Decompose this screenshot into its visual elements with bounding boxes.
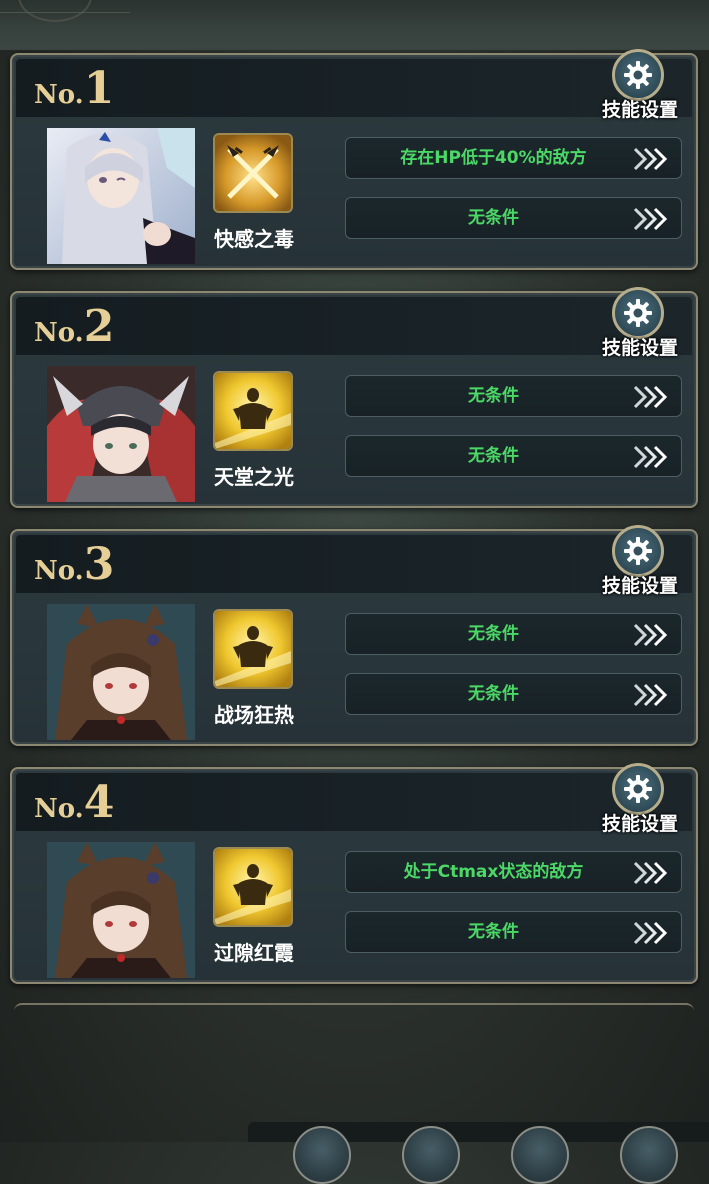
skill-settings-button[interactable]: 技能设置 [602,333,678,360]
condition-button-1[interactable]: 存在HP低于40%的敌方 [345,137,682,179]
gear-icon[interactable] [612,763,664,815]
skill-settings-button[interactable]: 技能设置 [602,809,678,836]
condition-button-2[interactable]: 无条件 [345,911,682,953]
triple-chevron-right-icon [633,921,668,945]
character-portrait [47,128,195,264]
condition-button-2[interactable]: 无条件 [345,197,682,239]
slot-header [16,773,692,831]
triple-chevron-right-icon [633,623,668,647]
condition-text: 无条件 [468,624,519,644]
character-portrait [47,604,195,740]
skill-name: 天堂之光 [214,465,294,489]
skill-slot-card-2: No.2 技能设置 天堂之光 无条件 无条件 [10,287,698,508]
triple-chevron-right-icon [633,385,668,409]
triple-chevron-right-icon [633,683,668,707]
triple-chevron-right-icon [633,861,668,885]
condition-text: 处于Ctmax状态的敌方 [403,862,584,882]
divider [0,12,130,13]
slot-number: No.2 [34,301,115,352]
condition-text: 无条件 [468,684,519,704]
condition-button-1[interactable]: 无条件 [345,375,682,417]
skill-settings-button[interactable]: 技能设置 [602,95,678,122]
condition-text: 存在HP低于40%的敌方 [400,148,587,168]
condition-text: 无条件 [468,208,519,228]
skill-slot-card-1: No.1 技能设置 快感之毒 存在HP低于40%的敌方 无条件 [10,49,698,270]
crossed-daggers-icon[interactable] [213,133,293,213]
skill-name: 过隙红霞 [214,941,294,965]
toolbar-button-4[interactable] [620,1126,678,1184]
skill-settings-button[interactable]: 技能设置 [602,571,678,598]
golden-knight-icon[interactable] [213,609,293,689]
triple-chevron-right-icon [633,147,668,171]
gear-icon[interactable] [612,287,664,339]
condition-button-1[interactable]: 处于Ctmax状态的敌方 [345,851,682,893]
slot-header [16,297,692,355]
skill-slot-card-3: No.3 技能设置 战场狂热 无条件 无条件 [10,525,698,746]
top-strip [0,0,709,50]
gear-icon[interactable] [612,49,664,101]
toolbar-button-1[interactable] [293,1126,351,1184]
skill-slot-card-5-partial [14,1003,694,1025]
golden-knight-icon[interactable] [213,847,293,927]
condition-text: 无条件 [468,922,519,942]
toolbar-button-3[interactable] [511,1126,569,1184]
triple-chevron-right-icon [633,207,668,231]
character-portrait [47,366,195,502]
slot-number: No.4 [34,777,115,828]
slot-header [16,59,692,117]
character-portrait [47,842,195,978]
skill-slot-card-4: No.4 技能设置 过隙红霞 处于Ctmax状态的敌方 无条件 [10,763,698,984]
condition-button-2[interactable]: 无条件 [345,673,682,715]
slot-number: No.3 [34,539,115,590]
golden-knight-icon[interactable] [213,371,293,451]
slot-number: No.1 [34,63,115,114]
triple-chevron-right-icon [633,445,668,469]
condition-text: 无条件 [468,446,519,466]
skill-name: 战场狂热 [214,703,294,727]
condition-button-1[interactable]: 无条件 [345,613,682,655]
slot-header [16,535,692,593]
toolbar-button-2[interactable] [402,1126,460,1184]
emblem-decoration [18,0,92,22]
gear-icon[interactable] [612,525,664,577]
condition-button-2[interactable]: 无条件 [345,435,682,477]
skill-name: 快感之毒 [214,227,294,251]
condition-text: 无条件 [468,386,519,406]
